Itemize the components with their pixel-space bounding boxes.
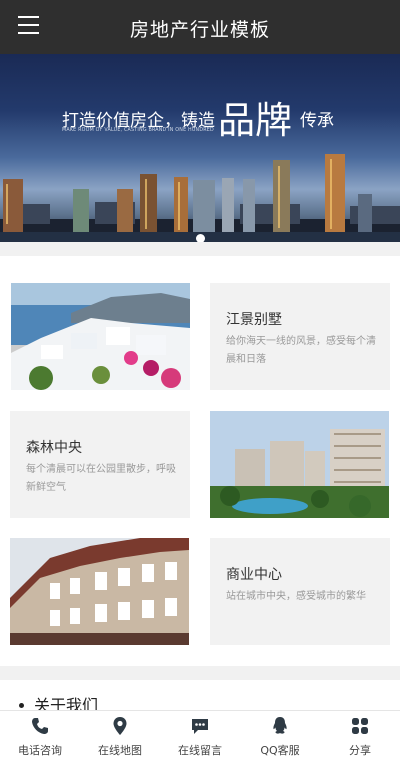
- property-list: 江景别墅 给你海天一线的风景，感受每个清晨和日落 森林中央 每个清晨可以在公园里…: [0, 256, 400, 666]
- forest-residence-photo[interactable]: [210, 411, 389, 518]
- map-pin-icon: [113, 717, 127, 735]
- property-card-river-villa[interactable]: 江景别墅 给你海天一线的风景，感受每个清晨和日落: [210, 283, 390, 390]
- share-icon: [352, 718, 368, 734]
- about-section[interactable]: 关于我们: [0, 680, 400, 715]
- qq-icon: [273, 717, 287, 734]
- nav-phone[interactable]: 电话咨询: [0, 711, 80, 760]
- property-title: 商业中心: [226, 567, 282, 583]
- seaside-villa-photo[interactable]: [11, 283, 190, 390]
- property-title: 森林中央: [26, 440, 82, 456]
- carousel-dot[interactable]: [195, 234, 205, 242]
- banner-subtitle: MAKE ROOM OF VALUE, CASTING BRAND IN ONE…: [62, 128, 214, 133]
- carousel-indicator: [0, 228, 400, 242]
- phone-icon: [32, 718, 48, 734]
- property-card-forest-center[interactable]: 森林中央 每个清晨可以在公园里散步，呼吸新鲜空气: [10, 411, 190, 518]
- property-card-business-center[interactable]: 商业中心 站在城市中央，感受城市的繁华: [210, 538, 390, 645]
- nav-label: QQ客服: [260, 744, 300, 757]
- bottom-nav: 电话咨询 在线地图 在线留言 QQ客服 分享: [0, 710, 400, 760]
- city-skyline-image: [0, 154, 400, 242]
- property-desc: 给你海天一线的风景，感受每个清晨和日落: [226, 336, 376, 365]
- nav-label: 在线地图: [98, 744, 142, 757]
- nav-label: 在线留言: [178, 744, 222, 757]
- banner-carousel[interactable]: 打造价值房企，铸造 品牌 传承 MAKE ROOM OF VALUE, CAST…: [0, 54, 400, 242]
- top-header: 房地产行业模板: [0, 0, 400, 54]
- property-title: 江景别墅: [226, 312, 282, 328]
- nav-share[interactable]: 分享: [320, 711, 400, 760]
- chat-icon: [192, 719, 208, 734]
- commercial-street-photo[interactable]: [10, 538, 189, 645]
- property-desc: 站在城市中央，感受城市的繁华: [226, 591, 366, 602]
- property-desc: 每个清晨可以在公园里散步，呼吸新鲜空气: [26, 464, 176, 493]
- page-title: 房地产行业模板: [129, 19, 270, 41]
- nav-map[interactable]: 在线地图: [80, 711, 160, 760]
- nav-label: 电话咨询: [18, 744, 62, 757]
- banner-slogan-c: 传承: [300, 111, 334, 131]
- nav-label: 分享: [349, 744, 371, 757]
- nav-message[interactable]: 在线留言: [160, 711, 240, 760]
- banner-slogan-b: 品牌: [218, 99, 292, 142]
- nav-qq[interactable]: QQ客服: [240, 711, 320, 760]
